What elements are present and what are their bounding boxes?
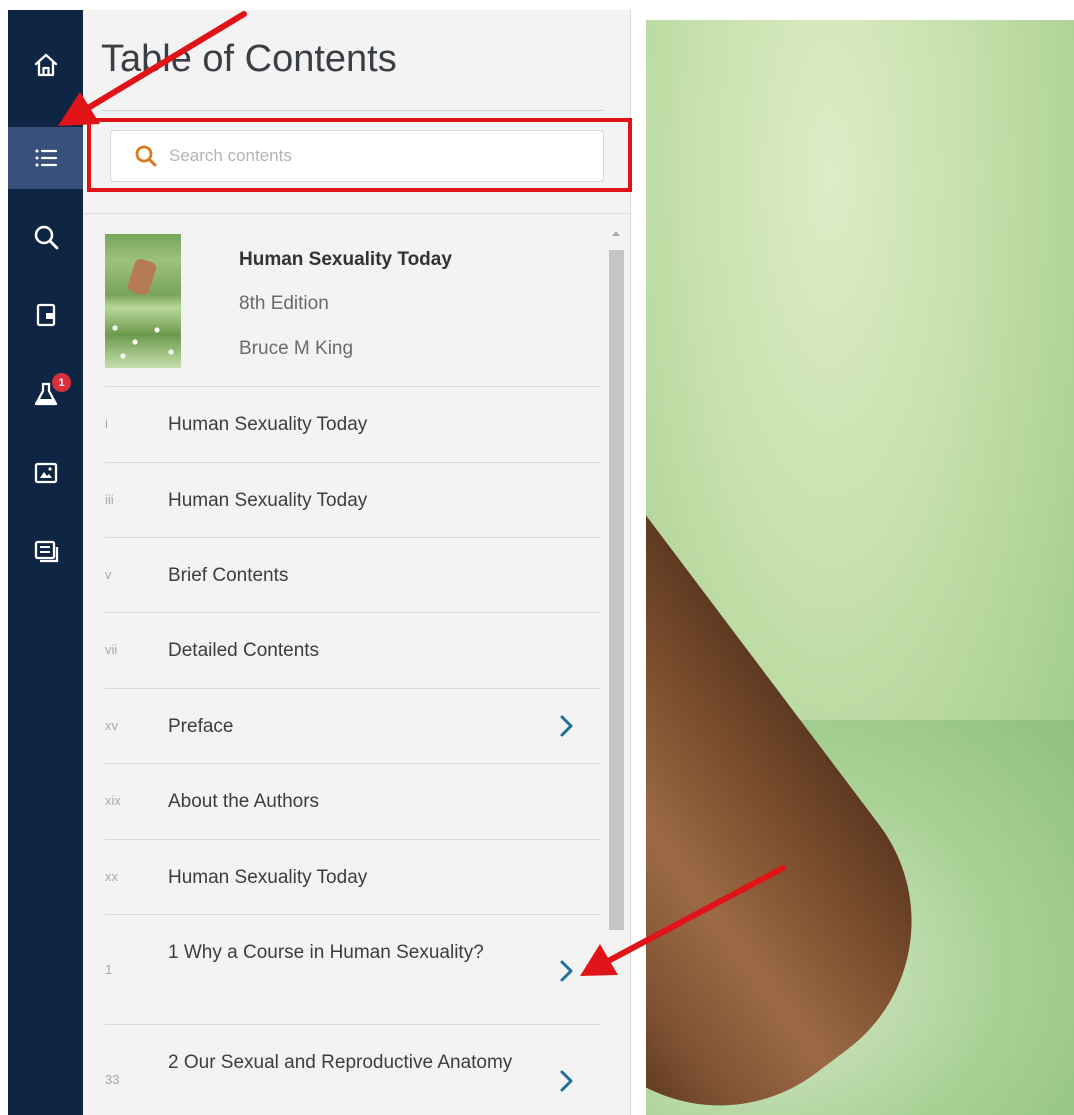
page-number: xv (105, 718, 118, 733)
page-number: 33 (105, 1072, 120, 1087)
cover-flowers (105, 316, 181, 368)
entry-label: Human Sexuality Today (168, 414, 368, 435)
search-button[interactable] (8, 206, 83, 268)
home-button[interactable] (8, 34, 83, 96)
notes-button[interactable] (8, 521, 83, 583)
toc-entry[interactable]: 33 2 Our Sexual and Reproductive Anatomy (105, 1025, 601, 1115)
page-number: v (105, 567, 112, 582)
toc-entry[interactable]: xv Preface (105, 689, 601, 764)
home-icon (34, 53, 57, 77)
entry-label: Detailed Contents (168, 640, 320, 661)
notes-icon (34, 540, 58, 563)
page-number: vii (105, 642, 118, 657)
page-number: xix (105, 793, 121, 808)
book-info: Human Sexuality Today 8th Edition Bruce … (105, 234, 601, 387)
search-input[interactable] (169, 146, 589, 166)
search-icon (34, 225, 58, 250)
entry-label: Human Sexuality Today (168, 867, 368, 888)
search-field[interactable] (110, 130, 604, 182)
book-cover-image (105, 234, 181, 368)
entry-label: About the Authors (168, 791, 320, 812)
notification-badge: 1 (52, 373, 71, 392)
chevron-right-icon[interactable] (553, 713, 579, 739)
bookmark-page-button[interactable] (8, 284, 83, 346)
toc-entry[interactable]: xix About the Authors (105, 764, 601, 840)
lab-button[interactable]: 1 (8, 363, 83, 425)
page-number: xx (105, 869, 118, 884)
book-page-image (646, 20, 1074, 1115)
toc-entry[interactable]: xx Human Sexuality Today (105, 840, 601, 915)
page-number: i (105, 416, 108, 431)
scroll-up-arrow-icon[interactable] (611, 228, 621, 238)
panel-title: Table of Contents (101, 38, 397, 80)
entry-label: Preface (168, 716, 234, 737)
entry-label: 2 Our Sexual and Reproductive Anatomy (168, 1052, 513, 1073)
book-edition: 8th Edition (239, 293, 329, 314)
toc-entry[interactable]: vii Detailed Contents (105, 613, 601, 689)
chevron-right-icon[interactable] (553, 958, 579, 984)
entry-label: Human Sexuality Today (168, 490, 368, 511)
list-icon (35, 149, 57, 167)
book-title: Human Sexuality Today (239, 249, 452, 270)
icon-rail: 1 (8, 10, 83, 1115)
entry-label: Brief Contents (168, 565, 289, 586)
toc-list: Human Sexuality Today 8th Edition Bruce … (83, 214, 631, 1115)
table-of-contents-button[interactable] (8, 127, 83, 189)
page-number: 1 (105, 962, 113, 977)
image-icon (34, 462, 57, 484)
toc-entry[interactable]: iii Human Sexuality Today (105, 463, 601, 538)
toc-entry[interactable]: 1 1 Why a Course in Human Sexuality? (105, 915, 601, 1025)
media-button[interactable] (8, 442, 83, 504)
divider (101, 110, 604, 111)
chevron-right-icon[interactable] (553, 1068, 579, 1094)
book-author: Bruce M King (239, 338, 354, 359)
toc-entry[interactable]: v Brief Contents (105, 538, 601, 613)
scrollbar-thumb[interactable] (609, 250, 624, 930)
bookmark-page-icon (36, 303, 55, 327)
entry-label: 1 Why a Course in Human Sexuality? (168, 942, 484, 963)
search-icon (135, 145, 157, 167)
cover-hands (126, 257, 158, 297)
page-number: iii (105, 492, 114, 507)
toc-entry[interactable]: i Human Sexuality Today (105, 387, 601, 463)
table-of-contents-panel: Table of Contents Human Sexuality Today … (83, 10, 631, 1115)
